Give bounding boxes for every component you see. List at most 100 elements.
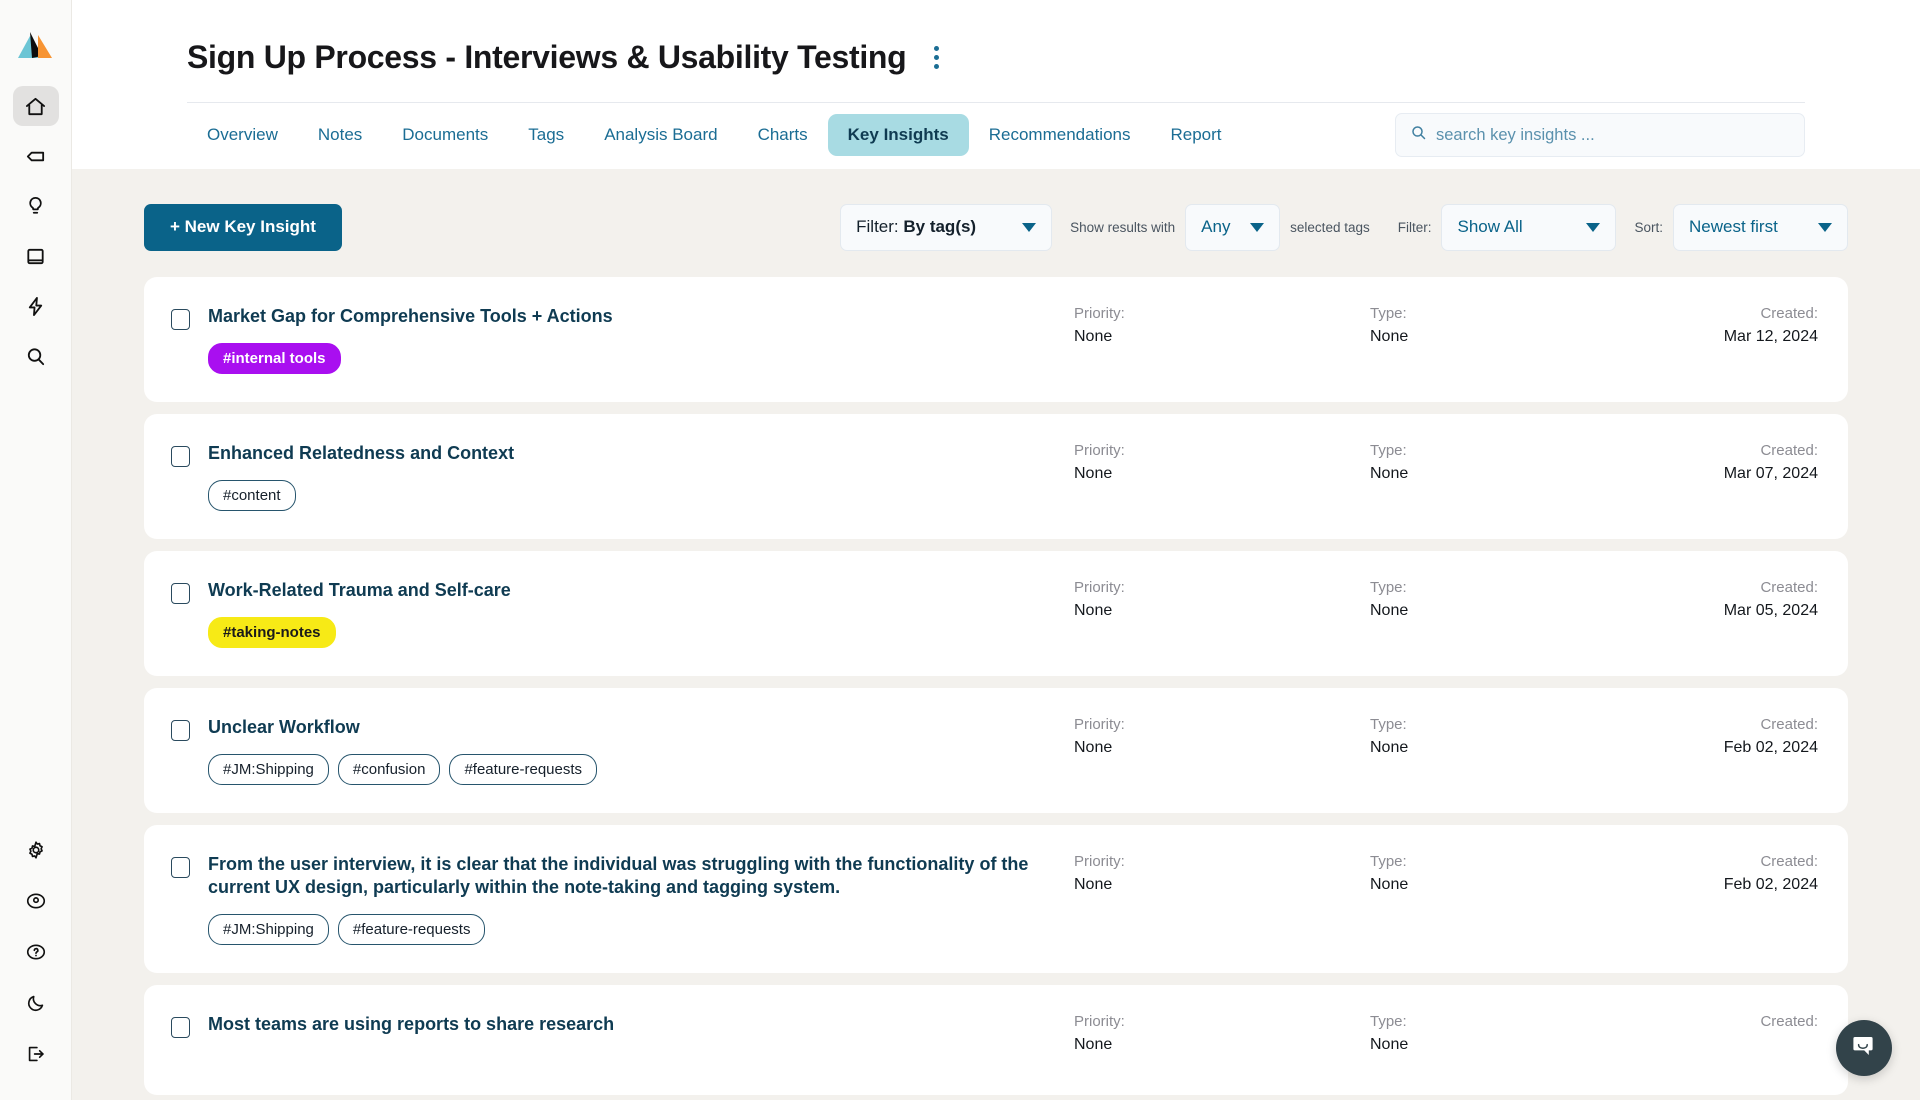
insight-type-column: Type: None xyxy=(1370,579,1656,620)
insight-card[interactable]: Market Gap for Comprehensive Tools + Act… xyxy=(144,277,1848,403)
insight-type-value: None xyxy=(1370,1036,1409,1054)
insight-priority-column: Priority: None xyxy=(1074,716,1370,757)
insight-tag[interactable]: #JM:Shipping xyxy=(208,914,329,946)
sidebar-item-logout[interactable] xyxy=(13,1034,59,1074)
tab-charts[interactable]: Charts xyxy=(738,114,828,156)
tab-analysis-board[interactable]: Analysis Board xyxy=(584,114,737,156)
insight-title[interactable]: Market Gap for Comprehensive Tools + Act… xyxy=(208,305,613,328)
insight-type-label: Type: xyxy=(1370,1013,1407,1031)
sidebar-item-search[interactable] xyxy=(13,336,59,376)
tag-filter-value: By tag(s) xyxy=(903,217,977,236)
condens-logo[interactable] xyxy=(16,26,56,64)
sidebar-item-settings[interactable] xyxy=(13,830,59,870)
insight-card-body: Most teams are using reports to share re… xyxy=(208,1013,614,1036)
insight-priority-column: Priority: None xyxy=(1074,853,1370,894)
insight-checkbox[interactable] xyxy=(171,720,190,742)
insight-checkbox[interactable] xyxy=(171,1017,190,1039)
tab-notes[interactable]: Notes xyxy=(298,114,382,156)
user-circle-icon xyxy=(25,890,47,912)
tab-key-insights[interactable]: Key Insights xyxy=(827,114,969,156)
tab-documents[interactable]: Documents xyxy=(382,114,508,156)
tag-filter-select[interactable]: Filter: By tag(s) xyxy=(840,203,1053,251)
filter-select[interactable]: Show All xyxy=(1441,203,1617,251)
show-results-label: Show results with xyxy=(1070,219,1176,235)
insight-tag[interactable]: #feature-requests xyxy=(449,754,598,786)
insight-type-value: None xyxy=(1370,876,1409,894)
tab-tags[interactable]: Tags xyxy=(508,114,584,156)
lightbulb-icon xyxy=(24,195,47,218)
sort-select[interactable]: Newest first xyxy=(1673,203,1848,251)
title-row: Sign Up Process - Interviews & Usability… xyxy=(72,28,1920,86)
insight-priority-label: Priority: xyxy=(1074,579,1125,597)
insight-tag[interactable]: #confusion xyxy=(337,754,441,786)
insight-type-column: Type: None xyxy=(1370,853,1656,894)
sidebar-item-library[interactable] xyxy=(13,236,59,276)
sidebar-nav-bottom xyxy=(13,830,59,1074)
insight-tag[interactable]: #internal tools xyxy=(208,343,341,375)
insight-card[interactable]: Work-Related Trauma and Self-care #taking… xyxy=(144,551,1848,677)
insight-title[interactable]: Work-Related Trauma and Self-care xyxy=(208,579,511,602)
moon-icon xyxy=(25,992,47,1014)
insight-created-column: Created: Mar 05, 2024 xyxy=(1656,579,1820,620)
insight-created-value: Mar 07, 2024 xyxy=(1723,465,1818,483)
chevron-down-icon xyxy=(1818,222,1832,232)
sidebar-item-automations[interactable] xyxy=(13,286,59,326)
insight-title[interactable]: Unclear Workflow xyxy=(208,716,597,739)
insight-card[interactable]: Unclear Workflow #JM:Shipping #confusion #f… xyxy=(144,688,1848,814)
insight-created-label: Created: xyxy=(1760,716,1818,734)
lightning-icon xyxy=(24,295,47,318)
search-icon xyxy=(24,345,47,368)
insight-title[interactable]: From the user interview, it is clear tha… xyxy=(208,853,1074,899)
insight-tag[interactable]: #content xyxy=(208,480,296,512)
sidebar-item-account[interactable] xyxy=(13,881,59,921)
insight-tag[interactable]: #JM:Shipping xyxy=(208,754,329,786)
gear-icon xyxy=(25,839,47,861)
insight-checkbox[interactable] xyxy=(171,857,190,879)
insight-tag[interactable]: #taking-notes xyxy=(208,617,336,649)
tab-recommendations[interactable]: Recommendations xyxy=(969,114,1151,156)
sidebar-item-help[interactable] xyxy=(13,932,59,972)
match-mode-select[interactable]: Any xyxy=(1185,203,1281,251)
filter-value: Show All xyxy=(1457,217,1523,236)
insight-card-left: Enhanced Relatedness and Context #content xyxy=(144,442,1074,512)
insight-priority-column: Priority: None xyxy=(1074,305,1370,346)
insight-type-label: Type: xyxy=(1370,853,1407,871)
page-title: Sign Up Process - Interviews & Usability… xyxy=(187,38,907,75)
insight-checkbox[interactable] xyxy=(171,309,190,330)
insight-card[interactable]: Most teams are using reports to share re… xyxy=(144,985,1848,1096)
search-box[interactable] xyxy=(1395,113,1805,157)
insight-checkbox[interactable] xyxy=(171,446,190,468)
tab-overview[interactable]: Overview xyxy=(187,114,298,156)
sidebar-item-dark-mode[interactable] xyxy=(13,983,59,1023)
insight-title[interactable]: Most teams are using reports to share re… xyxy=(208,1013,614,1036)
content-area: + New Key Insight Filter: By tag(s) Show… xyxy=(72,169,1920,1100)
insight-meta: Priority: None Type: None Created: Mar 07, 20… xyxy=(1074,442,1848,483)
tag-filter-prefix: Filter: xyxy=(856,217,899,236)
insight-card[interactable]: Enhanced Relatedness and Context #content… xyxy=(144,414,1848,540)
insight-type-label: Type: xyxy=(1370,716,1407,734)
insight-created-column: Created: Feb 02, 2024 xyxy=(1656,853,1820,894)
chevron-down-icon xyxy=(1250,222,1265,232)
sidebar-item-insights[interactable] xyxy=(13,186,59,226)
search-icon xyxy=(1410,124,1427,146)
insight-type-label: Type: xyxy=(1370,579,1407,597)
search-input[interactable] xyxy=(1436,125,1790,145)
insight-card[interactable]: From the user interview, it is clear tha… xyxy=(144,825,1848,974)
sidebar-item-home[interactable] xyxy=(12,86,59,126)
insight-type-value: None xyxy=(1370,602,1409,620)
insight-type-value: None xyxy=(1370,328,1409,345)
insight-title[interactable]: Enhanced Relatedness and Context xyxy=(208,442,514,465)
insight-priority-column: Priority: None xyxy=(1074,579,1370,620)
insight-priority-column: Priority: None xyxy=(1074,1013,1370,1054)
new-key-insight-button[interactable]: + New Key Insight xyxy=(144,203,342,251)
insight-meta: Priority: None Type: None Created: Mar 05, 20… xyxy=(1074,579,1848,620)
tab-report[interactable]: Report xyxy=(1151,114,1242,156)
sidebar-item-tags[interactable] xyxy=(13,136,59,176)
insight-tag[interactable]: #feature-requests xyxy=(337,914,486,946)
chevron-down-icon xyxy=(1586,222,1601,232)
insight-checkbox[interactable] xyxy=(171,583,190,605)
chat-widget-button[interactable] xyxy=(1836,1020,1892,1076)
tabs-row: Overview Notes Documents Tags Analysis B… xyxy=(72,103,1920,169)
home-icon xyxy=(24,95,47,118)
kebab-menu-icon[interactable] xyxy=(928,38,945,77)
